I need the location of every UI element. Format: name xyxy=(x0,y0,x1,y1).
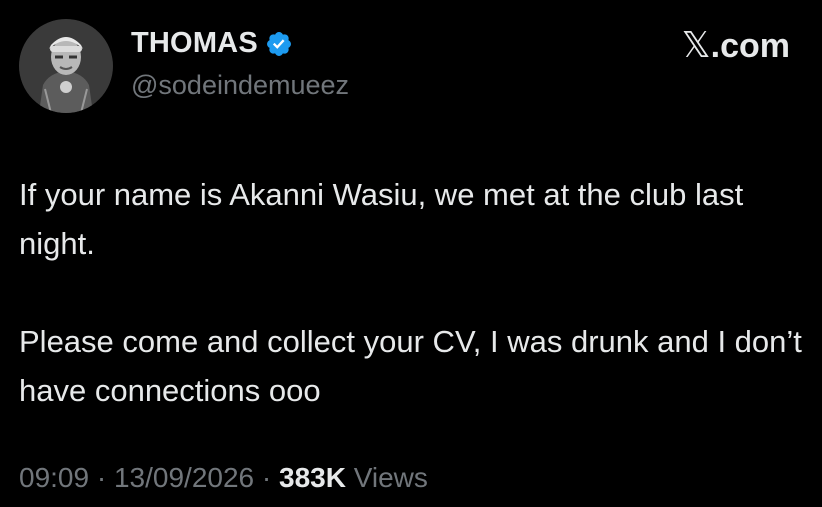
tweet-meta: 09:09 · 13/09/2026 · 383K Views xyxy=(19,462,428,494)
tweet-card: THOMAS @sodeindemueez 𝕏 .com If your name… xyxy=(0,0,822,507)
display-name[interactable]: THOMAS xyxy=(131,27,258,60)
x-logo-icon: 𝕏 xyxy=(681,25,711,66)
tweet-date[interactable]: 13/09/2026 xyxy=(114,462,254,493)
avatar[interactable] xyxy=(19,19,113,113)
user-handle[interactable]: @sodeindemueez xyxy=(131,70,349,101)
x-com-logo: 𝕏 .com xyxy=(682,25,790,66)
tweet-text: If your name is Akanni Wasiu, we met at … xyxy=(19,170,809,415)
avatar-image xyxy=(19,19,113,113)
brand-domain-text: .com xyxy=(710,27,790,65)
verified-badge-icon xyxy=(265,30,293,58)
views-count: 383K xyxy=(279,462,346,493)
user-name-row[interactable]: THOMAS xyxy=(131,27,293,60)
views-label: Views xyxy=(353,462,428,493)
meta-separator: · xyxy=(96,462,107,493)
meta-separator: · xyxy=(261,462,272,493)
tweet-time[interactable]: 09:09 xyxy=(19,462,89,493)
tweet-paragraph: If your name is Akanni Wasiu, we met at … xyxy=(19,177,744,261)
tweet-paragraph: Please come and collect your CV, I was d… xyxy=(19,324,802,408)
